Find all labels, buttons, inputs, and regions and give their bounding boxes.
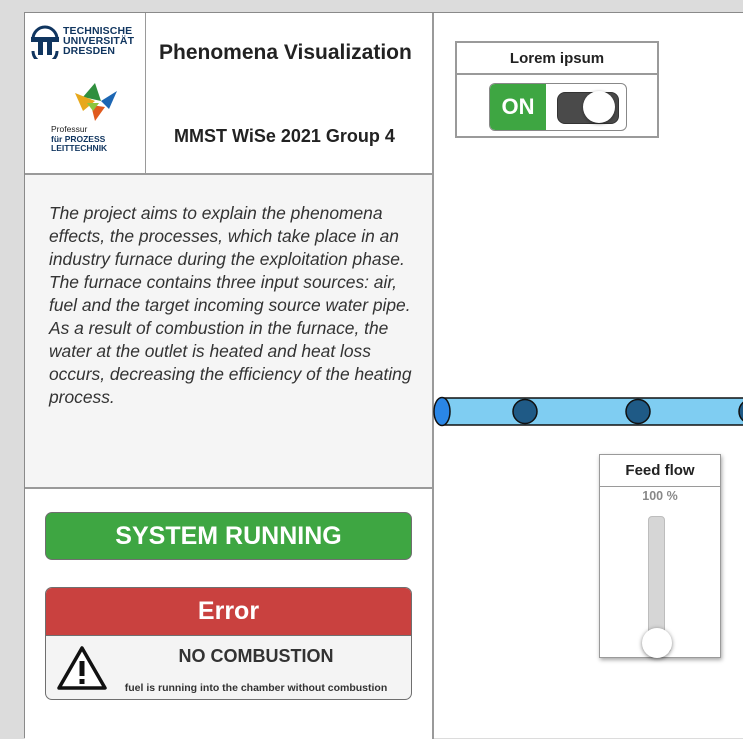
- tud-line: DRESDEN: [63, 45, 116, 57]
- switch-label: Lorem ipsum: [457, 43, 657, 75]
- tud-logo-text: TECHNISCHE UNIVERSITÄT DRESDEN: [63, 26, 134, 57]
- plt-logo-icon: [75, 83, 117, 121]
- description-panel: The project aims to explain the phenomen…: [25, 175, 432, 489]
- plt-logo-text: Professur für PROZESS LEITTECHNIK: [51, 124, 108, 154]
- tud-logo-icon: [31, 25, 59, 59]
- error-message: NO COMBUSTION: [178, 646, 334, 666]
- toggle-state-label: ON: [490, 84, 546, 130]
- warning-icon: [57, 646, 107, 690]
- left-panel: TECHNISCHE UNIVERSITÄT DRESDEN Professur…: [25, 13, 434, 739]
- page-title: Phenomena Visualization: [159, 41, 412, 64]
- pipe-bubble: [512, 398, 538, 425]
- water-pipe: [433, 396, 743, 427]
- header: TECHNISCHE UNIVERSITÄT DRESDEN Professur…: [25, 13, 432, 175]
- plt-line: LEITTECHNIK: [51, 143, 108, 153]
- pipe-bubble: [625, 398, 651, 425]
- error-title: Error: [46, 588, 411, 636]
- error-detail: fuel is running into the chamber without…: [124, 682, 388, 694]
- page-subtitle: MMST WiSe 2021 Group 4: [174, 126, 395, 146]
- feed-flow-slider-knob[interactable]: [642, 628, 672, 658]
- app-frame: TECHNISCHE UNIVERSITÄT DRESDEN Professur…: [24, 12, 743, 739]
- feed-flow-label: Feed flow: [600, 455, 720, 487]
- feed-flow-card: Feed flow 100 % 0 %: [599, 454, 721, 658]
- logo-column: TECHNISCHE UNIVERSITÄT DRESDEN Professur…: [25, 13, 146, 173]
- feed-flow-slider-track[interactable]: [648, 516, 665, 636]
- description-text: The project aims to explain the phenomen…: [49, 203, 412, 407]
- status-banner: SYSTEM RUNNING: [45, 512, 412, 560]
- switch-card: Lorem ipsum ON: [455, 41, 659, 138]
- on-off-toggle[interactable]: ON: [489, 83, 627, 131]
- error-panel: Error NO COMBUSTION fuel is running into…: [45, 587, 412, 700]
- feed-flow-max-label: 100 %: [642, 489, 678, 503]
- toggle-knob[interactable]: [583, 91, 615, 123]
